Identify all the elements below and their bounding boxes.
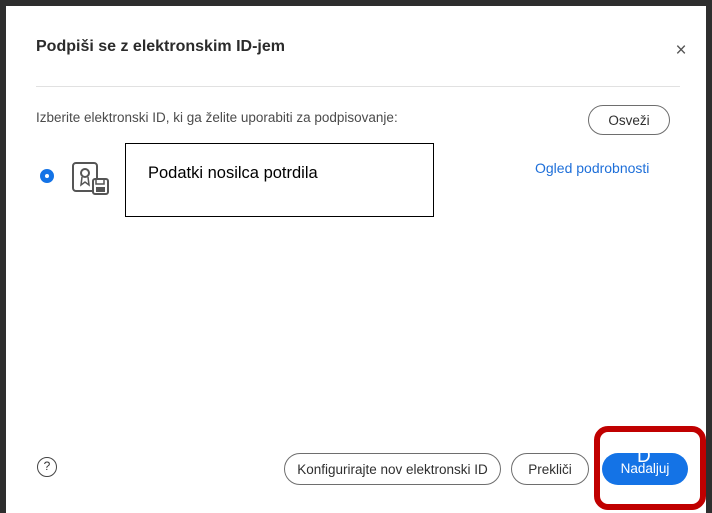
certificate-holder-box[interactable]: Podatki nosilca potrdila <box>125 143 434 217</box>
sign-dialog: Podpiši se z elektronskim ID-jem × Izber… <box>6 6 706 513</box>
cancel-button[interactable]: Prekliči <box>511 453 589 485</box>
refresh-button[interactable]: Osveži <box>588 105 670 135</box>
window-frame-right <box>706 0 712 513</box>
title-divider <box>36 86 680 87</box>
certificate-holder-label: Podatki nosilca potrdila <box>148 164 318 182</box>
instruction-text: Izberite elektronski ID, ki ga želite up… <box>36 110 398 125</box>
close-button[interactable]: × <box>670 40 692 62</box>
configure-new-id-button[interactable]: Konfigurirajte nov elektronski ID <box>284 453 501 485</box>
dialog-title: Podpiši se z elektronskim ID-jem <box>36 38 285 55</box>
certificate-radio[interactable] <box>40 169 54 183</box>
help-icon[interactable]: ? <box>37 457 57 477</box>
certificate-icon <box>72 162 109 195</box>
view-details-link[interactable]: Ogled podrobnosti <box>535 160 649 176</box>
highlight-annotation <box>594 426 706 510</box>
cursor-marker: D <box>637 446 651 467</box>
